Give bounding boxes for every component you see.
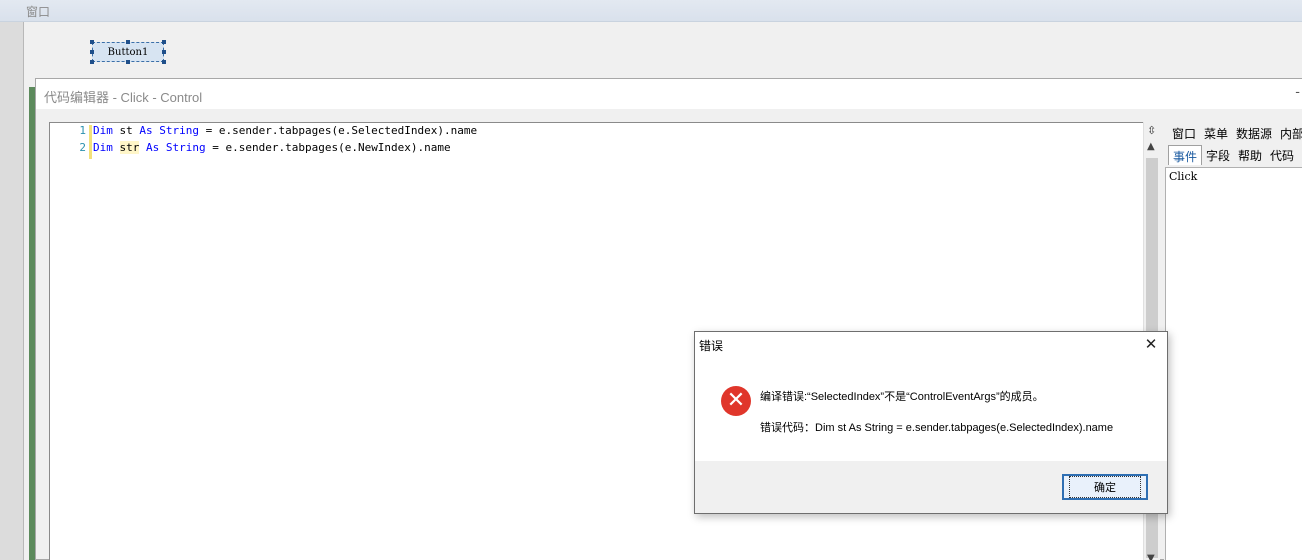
dialog-footer: 确定 [695, 461, 1167, 513]
resize-handle[interactable] [162, 40, 166, 44]
list-item[interactable]: Click [1169, 170, 1197, 183]
code-line-2[interactable]: Dim str As String = e.sender.tabpages(e.… [93, 141, 451, 154]
keyword: As [146, 141, 160, 154]
code-token: = e.sender.tabpages(e.NewIndex).name [205, 141, 451, 154]
side-panel: 窗口 菜单 数据源 内部 事件 字段 帮助 代码 Click [1164, 122, 1302, 560]
scroll-down-icon[interactable]: ▼ [1147, 553, 1155, 560]
resize-handle[interactable] [90, 60, 94, 64]
code-token: = e.sender.tabpages(e.SelectedIndex).nam… [199, 124, 478, 137]
keyword: String [159, 124, 199, 137]
tab-fields[interactable]: 字段 [1202, 145, 1234, 165]
close-icon[interactable]: ✕ [1141, 334, 1161, 354]
ok-button[interactable]: 确定 [1062, 474, 1148, 500]
tab-menu[interactable]: 菜单 [1200, 123, 1232, 143]
tab-events[interactable]: 事件 [1168, 145, 1203, 165]
tab-internal[interactable]: 内部 [1276, 123, 1302, 143]
editor-titlebar[interactable]: 代码编辑器 - Click - Control - [36, 79, 1302, 109]
design-button1-label: Button1 [107, 46, 149, 58]
error-code: 错误代码：Dim st As String = e.sender.tabpage… [760, 422, 1114, 434]
form-designer: 窗口 [0, 0, 1302, 82]
tab-datasource[interactable]: 数据源 [1232, 123, 1276, 143]
side-tabs-row-1: 窗口 菜单 数据源 内部 [1168, 123, 1302, 143]
event-list: Click [1165, 167, 1302, 560]
dialog-title: 错误 [699, 339, 724, 353]
keyword: Dim [93, 141, 113, 154]
error-message: 编译错误:“SelectedIndex”不是“ControlEventArgs”… [760, 391, 1044, 403]
editor-title: 代码编辑器 - Click - Control [44, 90, 203, 105]
scroll-up-icon[interactable]: ▲ [1147, 141, 1155, 152]
designer-surface[interactable] [24, 22, 1302, 82]
resize-handle[interactable] [162, 50, 166, 54]
error-icon: ✕ [721, 386, 751, 416]
left-edge [0, 0, 24, 560]
minimize-button[interactable]: - [1295, 85, 1300, 100]
code-token: st [112, 124, 140, 137]
designer-title: 窗口 [26, 5, 51, 19]
line-number: 1 [79, 124, 86, 137]
change-marker [89, 125, 92, 159]
tab-code[interactable]: 代码 [1266, 145, 1298, 165]
design-button1[interactable]: Button1 [90, 40, 166, 64]
ok-button-label: 确定 [1069, 476, 1141, 498]
code-line-1[interactable]: Dim st As String = e.sender.tabpages(e.S… [93, 124, 477, 137]
highlighted-token: str [119, 141, 140, 154]
resize-handle[interactable] [162, 60, 166, 64]
resize-handle[interactable] [126, 60, 130, 64]
resize-handle[interactable] [126, 40, 130, 44]
keyword: Dim [93, 124, 113, 137]
split-handle-icon[interactable]: ⇳ [1147, 124, 1156, 137]
tab-help[interactable]: 帮助 [1234, 145, 1266, 165]
keyword: String [165, 141, 206, 154]
side-tabs-row-2: 事件 字段 帮助 代码 [1168, 145, 1298, 165]
designer-titlebar: 窗口 [0, 0, 1302, 22]
line-number: 2 [79, 141, 86, 154]
tab-window[interactable]: 窗口 [1168, 123, 1200, 143]
error-dialog: 错误 ✕ ✕ 编译错误:“SelectedIndex”不是“ControlEve… [694, 331, 1168, 514]
resize-handle[interactable] [90, 40, 94, 44]
resize-handle[interactable] [90, 50, 94, 54]
keyword: As [139, 124, 153, 137]
